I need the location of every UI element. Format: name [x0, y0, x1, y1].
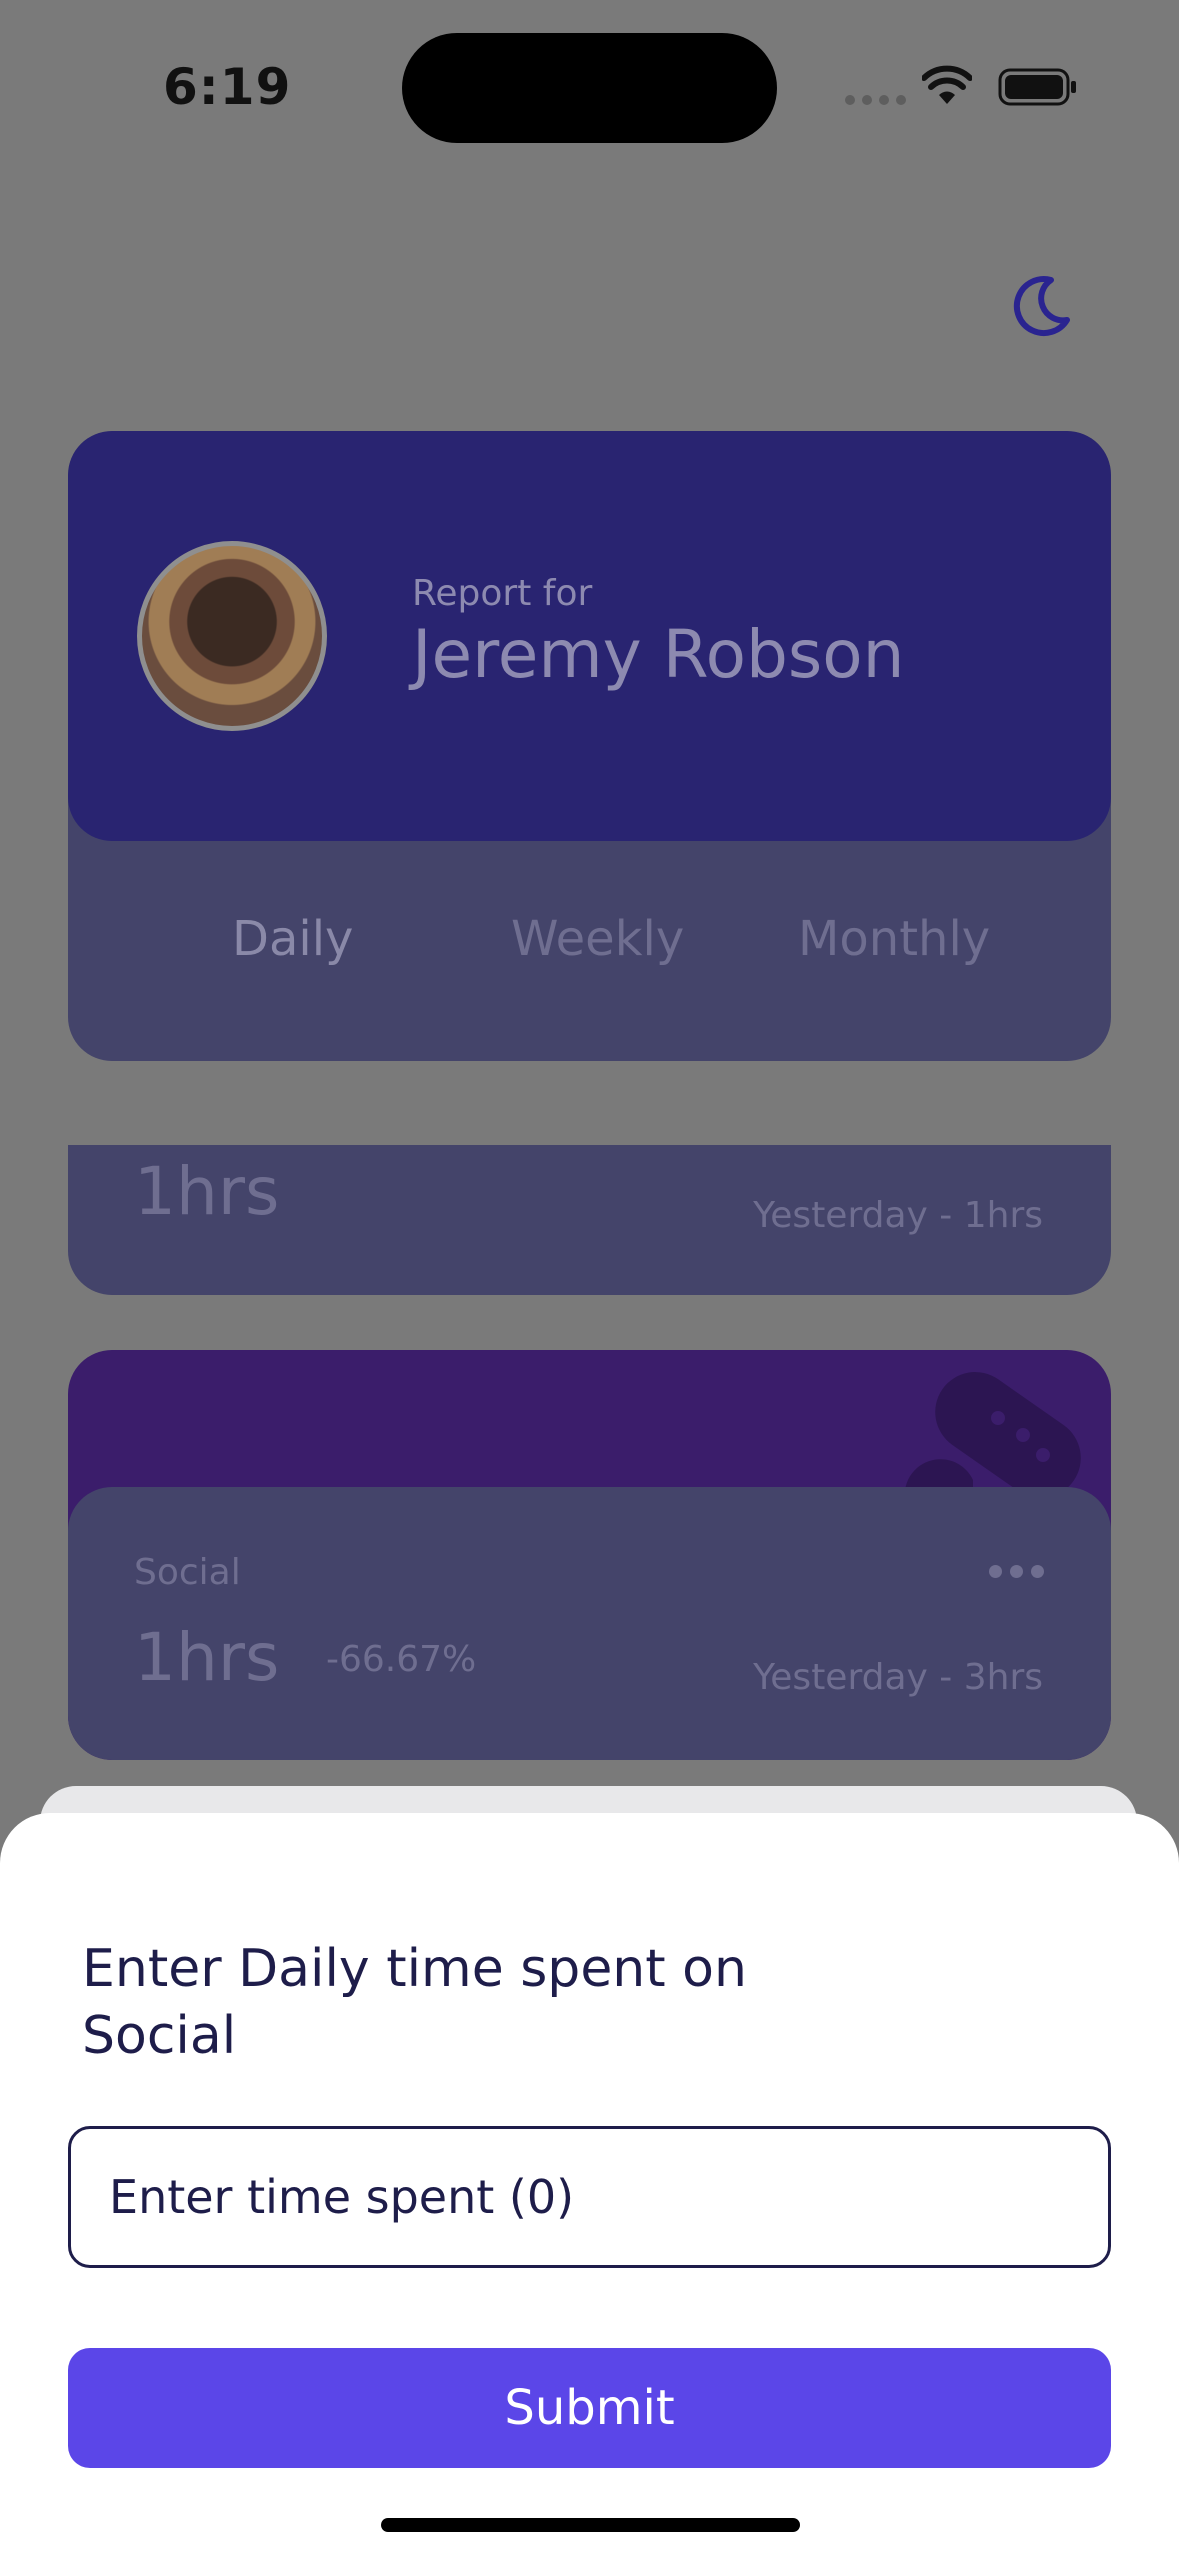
home-indicator[interactable] [381, 2518, 800, 2532]
tab-weekly[interactable]: Weekly [511, 911, 684, 967]
activity-hours: 1hrs [134, 1153, 280, 1230]
wifi-icon [922, 65, 972, 104]
social-card-body: Social 1hrs -66.67% Yesterday - 3hrs [68, 1487, 1111, 1760]
more-options-icon[interactable] [989, 1565, 1045, 1579]
cellular-signal-icon [845, 95, 907, 109]
moon-icon[interactable] [1005, 270, 1077, 342]
bottom-sheet: Enter Daily time spent on Social Submit [0, 1813, 1179, 2556]
tab-daily[interactable]: Daily [232, 911, 353, 967]
category-label: Social [134, 1552, 241, 1593]
sheet-title: Enter Daily time spent on Social [82, 1939, 747, 2066]
report-for-label: Report for [412, 573, 593, 614]
activity-previous: Yesterday - 3hrs [753, 1657, 1043, 1698]
time-spent-input[interactable] [68, 2126, 1111, 2268]
battery-icon [998, 68, 1076, 106]
profile-card: Report for Jeremy Robson Daily Weekly Mo… [68, 431, 1111, 1061]
user-name: Jeremy Robson [412, 616, 905, 693]
status-time: 6:19 [163, 58, 292, 116]
activity-hours: 1hrs [134, 1619, 280, 1696]
activity-previous: Yesterday - 1hrs [753, 1195, 1043, 1236]
activity-card[interactable]: 1hrs Yesterday - 1hrs [68, 1145, 1111, 1295]
avatar [137, 541, 327, 731]
tab-monthly[interactable]: Monthly [798, 911, 990, 967]
submit-button[interactable]: Submit [68, 2348, 1111, 2468]
profile-header: Report for Jeremy Robson [68, 431, 1111, 841]
dynamic-island [402, 33, 777, 143]
change-percent: -66.67% [326, 1639, 477, 1680]
social-card[interactable]: Social 1hrs -66.67% Yesterday - 3hrs [68, 1350, 1111, 1760]
